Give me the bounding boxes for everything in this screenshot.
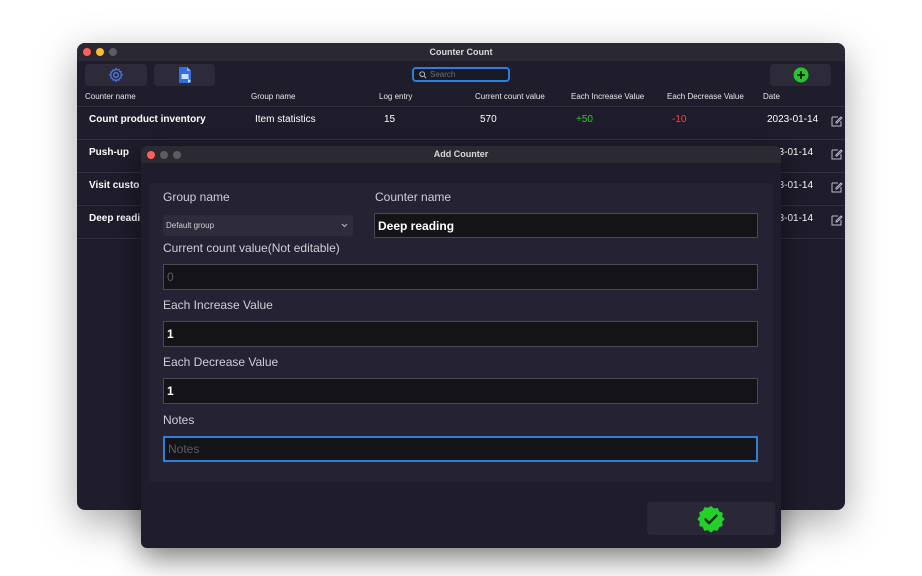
zoom-dialog-button xyxy=(173,151,181,159)
plus-circle-icon xyxy=(793,67,808,83)
verified-check-icon xyxy=(697,505,725,533)
row-group-name: Item statistics xyxy=(255,114,316,125)
column-header-group-name[interactable]: Group name xyxy=(251,92,295,101)
row-current-count: 570 xyxy=(480,114,497,125)
row-counter-name: Count product inventory xyxy=(89,114,206,125)
edit-icon[interactable] xyxy=(831,148,843,160)
header-divider xyxy=(77,106,845,107)
edit-icon[interactable] xyxy=(831,115,843,127)
document-export-icon xyxy=(178,67,191,83)
notes-field[interactable] xyxy=(163,436,758,462)
settings-button[interactable] xyxy=(85,64,147,86)
row-counter-name: Deep readi xyxy=(89,213,141,224)
row-counter-name: Visit custo xyxy=(89,180,140,191)
decrease-value-label: Each Decrease Value xyxy=(163,355,279,369)
edit-icon[interactable] xyxy=(831,214,843,226)
current-count-label: Current count value(Not editable) xyxy=(163,241,340,255)
form-panel: Group name Default group Counter name Cu… xyxy=(149,183,773,482)
group-select-value: Default group xyxy=(166,221,215,230)
export-button[interactable] xyxy=(154,64,215,86)
row-increase-value: +50 xyxy=(576,114,593,125)
row-counter-name: Push-up xyxy=(89,147,129,158)
decrease-value-field[interactable] xyxy=(163,378,758,404)
edit-icon[interactable] xyxy=(831,181,843,193)
notes-label: Notes xyxy=(163,413,195,427)
row-log-entry: 15 xyxy=(384,114,396,125)
current-count-field xyxy=(163,264,758,290)
column-header-increase[interactable]: Each Increase Value xyxy=(571,92,644,101)
minimize-window-button[interactable] xyxy=(96,48,104,56)
group-name-label: Group name xyxy=(163,190,230,204)
add-counter-button[interactable] xyxy=(770,64,831,86)
row-divider xyxy=(77,139,845,140)
search-field[interactable] xyxy=(412,67,510,82)
column-header-counter-name[interactable]: Counter name xyxy=(85,92,136,101)
counter-name-label: Counter name xyxy=(375,190,452,204)
counter-name-field[interactable] xyxy=(374,213,758,238)
confirm-button[interactable] xyxy=(647,502,775,535)
window-title: Counter Count xyxy=(77,43,845,61)
gear-icon xyxy=(108,67,124,83)
column-header-log-entry[interactable]: Log entry xyxy=(379,92,412,101)
close-dialog-button[interactable] xyxy=(147,151,155,159)
zoom-window-button[interactable] xyxy=(109,48,117,56)
increase-value-label: Each Increase Value xyxy=(163,298,273,312)
column-header-date[interactable]: Date xyxy=(763,92,780,101)
minimize-dialog-button xyxy=(160,151,168,159)
search-icon xyxy=(419,70,427,79)
dialog-title: Add Counter xyxy=(141,146,781,163)
row-decrease-value: -10 xyxy=(672,114,687,125)
column-header-current-count[interactable]: Current count value xyxy=(475,92,545,101)
search-input[interactable] xyxy=(427,70,507,79)
increase-value-field[interactable] xyxy=(163,321,758,347)
chevron-down-icon xyxy=(341,223,348,228)
group-select[interactable]: Default group xyxy=(163,215,353,236)
add-counter-dialog: Add Counter Group name Default group Cou… xyxy=(141,146,781,548)
column-header-decrease[interactable]: Each Decrease Value xyxy=(667,92,744,101)
row-date: 2023-01-14 xyxy=(767,114,819,125)
close-window-button[interactable] xyxy=(83,48,91,56)
